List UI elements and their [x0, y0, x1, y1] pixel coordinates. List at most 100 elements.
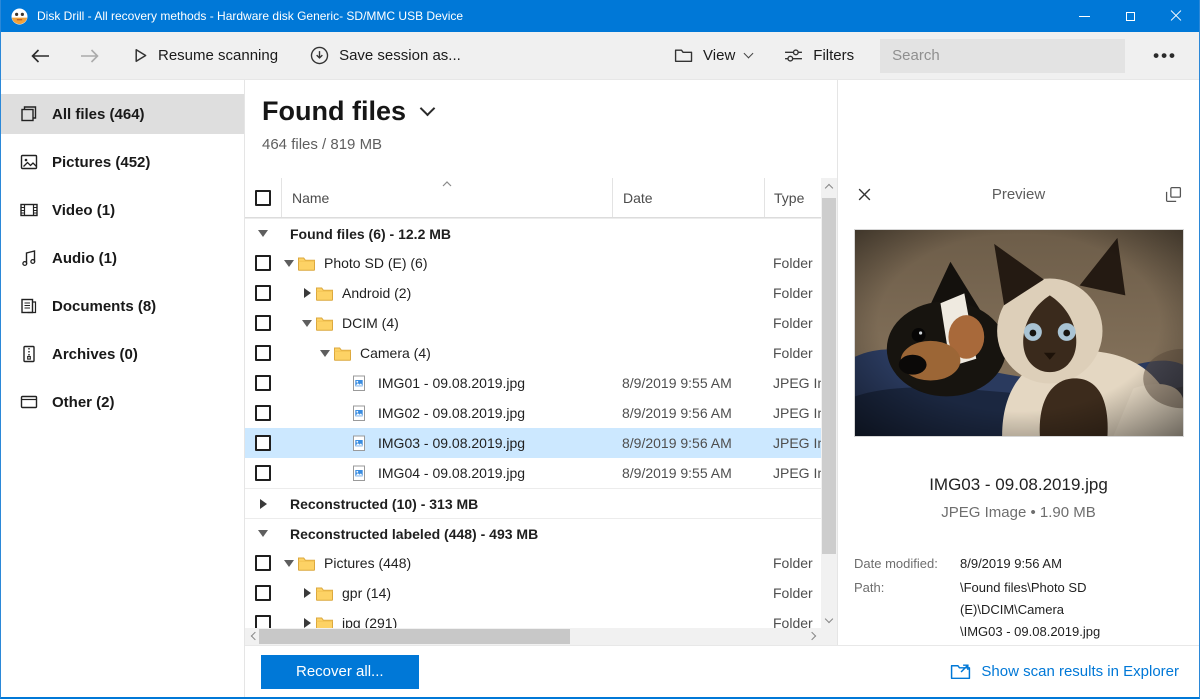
folder-icon — [315, 284, 335, 302]
expander-cell[interactable] — [299, 618, 315, 628]
found-files-dropdown[interactable]: Found files — [262, 96, 837, 127]
table-row-pictures[interactable]: Pictures (448)Folder — [245, 548, 821, 578]
expand-icon[interactable] — [260, 499, 267, 509]
more-options-button[interactable]: ••• — [1147, 46, 1183, 66]
resume-scanning-button[interactable]: Resume scanning — [133, 47, 278, 64]
row-name: Camera (4) — [360, 345, 612, 361]
open-preview-window-button[interactable] — [1163, 185, 1183, 205]
row-checkbox[interactable] — [255, 465, 271, 481]
image-file-icon — [351, 404, 371, 422]
close-button[interactable] — [1153, 0, 1199, 32]
sidebar-item-other[interactable]: Other (2) — [1, 382, 244, 422]
table-row-gpr[interactable]: gpr (14)Folder — [245, 578, 821, 608]
toolbar: Resume scanning Save session as... View … — [1, 32, 1199, 80]
sidebar-item-all-files[interactable]: All files (464) — [1, 94, 244, 134]
expander-cell[interactable] — [299, 288, 315, 298]
sidebar-item-audio[interactable]: Audio (1) — [1, 238, 244, 278]
sidebar-item-pictures[interactable]: Pictures (452) — [1, 142, 244, 182]
forward-button[interactable] — [79, 48, 101, 64]
table-row-photo-sd[interactable]: Photo SD (E) (6)Folder — [245, 248, 821, 278]
preview-image — [854, 229, 1184, 437]
collapse-icon — [284, 260, 294, 267]
expand-icon — [304, 288, 311, 298]
column-header-type[interactable]: Type — [764, 178, 821, 217]
row-name: Photo SD (E) (6) — [324, 255, 612, 271]
horizontal-scroll-thumb[interactable] — [259, 629, 570, 644]
row-name: gpr (14) — [342, 585, 612, 601]
row-checkbox[interactable] — [255, 375, 271, 391]
row-checkbox[interactable] — [255, 435, 271, 451]
expander-cell[interactable] — [299, 320, 315, 327]
recover-all-button[interactable]: Recover all... — [261, 655, 419, 689]
explorer-folder-icon — [950, 662, 971, 681]
expand-icon — [304, 588, 311, 598]
checkbox-cell — [245, 255, 281, 271]
table-row-dcim[interactable]: DCIM (4)Folder — [245, 308, 821, 338]
horizontal-scrollbar[interactable] — [245, 628, 821, 645]
table-row-img03-09-08-2019-jpg[interactable]: IMG03 - 09.08.2019.jpg8/9/2019 9:56 AMJP… — [245, 428, 821, 458]
expander-cell[interactable] — [281, 260, 297, 267]
table-row-jpg[interactable]: jpg (291)Folder — [245, 608, 821, 628]
vertical-scrollbar[interactable] — [821, 178, 837, 628]
row-checkbox[interactable] — [255, 285, 271, 301]
row-checkbox[interactable] — [255, 345, 271, 361]
file-table: Name Date Type Found files (6) - 12.2 MB… — [245, 178, 837, 645]
table-row-img02-09-08-2019-jpg[interactable]: IMG02 - 09.08.2019.jpg8/9/2019 9:56 AMJP… — [245, 398, 821, 428]
expander-cell[interactable] — [317, 350, 333, 357]
select-all-checkbox[interactable] — [255, 190, 271, 206]
row-checkbox[interactable] — [255, 405, 271, 421]
select-all-cell — [245, 178, 281, 217]
preview-fileinfo: JPEG Image • 1.90 MB — [854, 504, 1183, 521]
checkbox-cell — [245, 530, 281, 537]
indent-spacer — [281, 473, 335, 474]
table-row-reconstructed-313-mb[interactable]: Reconstructed (10) - 313 MB — [245, 488, 821, 518]
sidebar-item-documents[interactable]: Documents (8) — [1, 286, 244, 326]
filters-label: Filters — [813, 47, 854, 64]
maximize-button[interactable] — [1107, 0, 1153, 32]
filters-button[interactable]: Filters — [784, 47, 854, 64]
indent-spacer — [281, 293, 299, 294]
sidebar-item-video[interactable]: Video (1) — [1, 190, 244, 230]
table-row-img01-09-08-2019-jpg[interactable]: IMG01 - 09.08.2019.jpg8/9/2019 9:55 AMJP… — [245, 368, 821, 398]
minimize-button[interactable] — [1061, 0, 1107, 32]
table-row-reconstructed-labeled-493-mb[interactable]: Reconstructed labeled (448) - 493 MB — [245, 518, 821, 548]
meta-label: Path: — [854, 577, 960, 643]
documents-icon — [19, 296, 39, 316]
table-row-found-files-12-2-mb[interactable]: Found files (6) - 12.2 MB — [245, 218, 821, 248]
expander-cell[interactable] — [281, 560, 297, 567]
row-checkbox[interactable] — [255, 585, 271, 601]
search-input[interactable] — [880, 39, 1125, 73]
row-checkbox[interactable] — [255, 555, 271, 571]
folder-icon — [315, 314, 335, 332]
checkbox-cell — [245, 230, 281, 237]
upper-area: Found files 464 files / 819 MB — [245, 80, 1199, 645]
back-button[interactable] — [29, 48, 51, 64]
view-dropdown[interactable]: View — [674, 47, 752, 64]
indent-spacer — [281, 353, 317, 354]
collapse-icon[interactable] — [258, 530, 268, 537]
table-row-android[interactable]: Android (2)Folder — [245, 278, 821, 308]
column-header-date[interactable]: Date — [612, 178, 764, 217]
row-checkbox[interactable] — [255, 255, 271, 271]
table-row-img04-09-08-2019-jpg[interactable]: IMG04 - 09.08.2019.jpg8/9/2019 9:55 AMJP… — [245, 458, 821, 488]
indent-spacer — [281, 323, 299, 324]
table-row-camera[interactable]: Camera (4)Folder — [245, 338, 821, 368]
image-file-icon — [351, 374, 371, 392]
column-header-name[interactable]: Name — [281, 178, 612, 217]
indent-spacer — [281, 443, 335, 444]
row-checkbox[interactable] — [255, 315, 271, 331]
close-preview-button[interactable] — [854, 185, 874, 205]
scroll-up-arrow[interactable] — [821, 178, 837, 194]
scroll-down-arrow[interactable] — [821, 612, 837, 628]
show-in-explorer-link[interactable]: Show scan results in Explorer — [950, 662, 1179, 681]
sidebar-item-archives[interactable]: Archives (0) — [1, 334, 244, 374]
row-checkbox[interactable] — [255, 615, 271, 628]
vertical-scroll-thumb[interactable] — [822, 198, 836, 554]
expander-cell[interactable] — [299, 588, 315, 598]
save-session-button[interactable]: Save session as... — [310, 46, 461, 65]
scroll-right-arrow[interactable] — [805, 628, 821, 644]
all-files-icon — [19, 104, 39, 124]
collapse-icon[interactable] — [258, 230, 268, 237]
row-date: 8/9/2019 9:55 AM — [612, 375, 764, 391]
files-summary: 464 files / 819 MB — [262, 136, 837, 153]
